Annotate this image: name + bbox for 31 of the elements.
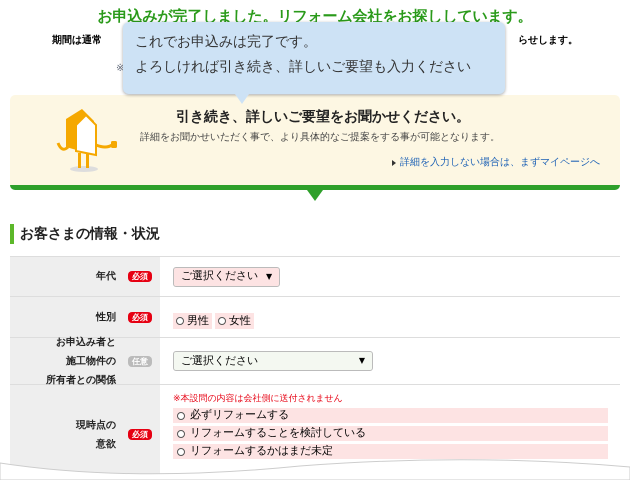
radio-option[interactable]: リフォームするかはまだ未定	[173, 444, 608, 459]
tooltip-text: よろしければ引き続き、詳しいご要望も入力ください	[135, 58, 472, 77]
radio-button[interactable]	[177, 412, 185, 420]
mypage-link[interactable]: 詳細を入力しない場合は、まずマイページへ	[400, 156, 600, 170]
radio-button[interactable]	[176, 317, 184, 325]
radio-button[interactable]	[218, 317, 226, 325]
select-field[interactable]: ご選択ください ▼	[173, 351, 373, 371]
required-badge: 必須	[128, 312, 152, 322]
radio-option[interactable]: 女性	[215, 313, 254, 329]
banner-title: 引き続き、詳しいご要望をお聞かせください。	[176, 108, 470, 127]
banner-text: 詳細をお聞かせいただく事で、より具体的なご提案をする事が可能となります。	[140, 131, 500, 145]
radio-button[interactable]	[177, 430, 185, 438]
notice-text: らせします。	[518, 34, 578, 48]
field-label: 年代	[96, 270, 116, 284]
required-badge: 必須	[128, 271, 152, 282]
warning-text: ※本設問の内容は会社側に送付されません	[173, 393, 344, 405]
tooltip-text: これでお申込みは完了です。	[135, 33, 318, 52]
radio-option[interactable]: リフォームすることを検討している	[173, 426, 608, 441]
arrow-icon	[392, 160, 396, 166]
field-label: 現時点の 意欲	[76, 418, 116, 452]
required-badge: 必須	[128, 429, 152, 440]
radio-button[interactable]	[177, 448, 185, 456]
radio-option[interactable]: 男性	[173, 313, 212, 329]
optional-badge: 任意	[128, 356, 152, 366]
section-title: お客さまの情報・状況	[20, 224, 161, 244]
select-field[interactable]: ご選択ください ▼	[173, 266, 280, 286]
field-label: お申込み者と 施工物件の 所有者との関係	[46, 336, 116, 388]
note-mark: ※	[116, 63, 124, 74]
notice-text: 期間は通常	[52, 34, 102, 48]
field-label: 性別	[96, 310, 116, 324]
radio-option[interactable]: 必ずリフォームする	[173, 408, 608, 423]
